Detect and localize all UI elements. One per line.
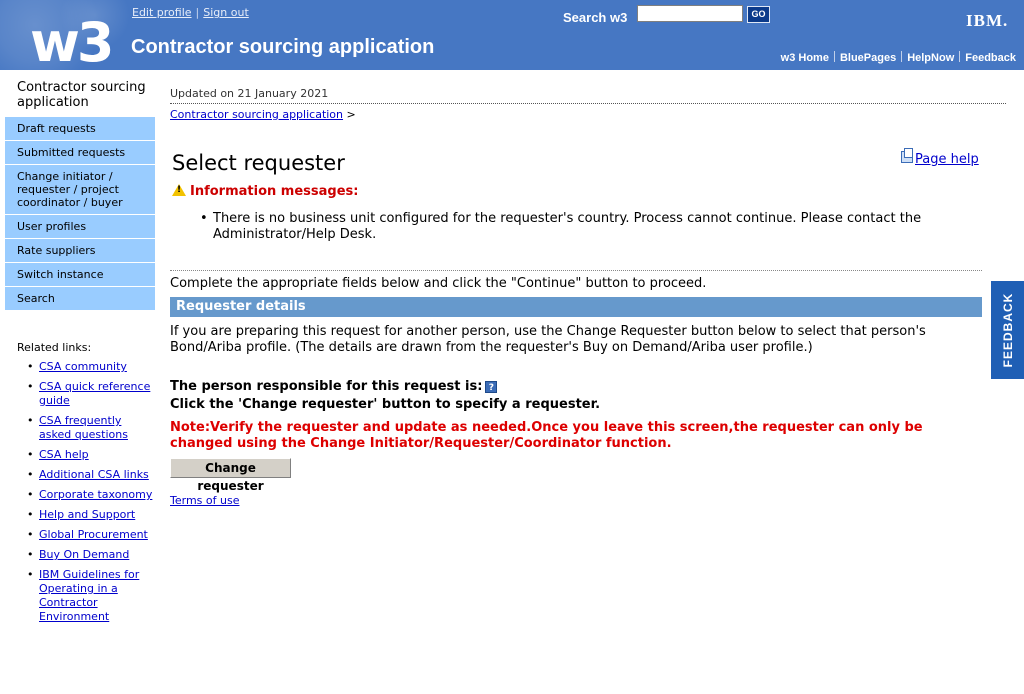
related-link[interactable]: CSA quick reference guide [39, 380, 150, 407]
updated-date: Updated on 21 January 2021 [170, 87, 329, 100]
breadcrumb-separator: > [346, 108, 356, 121]
related-link[interactable]: IBM Guidelines for Operating in a Contra… [39, 568, 139, 623]
change-requester-instruction: Click the 'Change requester' button to s… [170, 397, 601, 412]
nav-item-rate-suppliers[interactable]: Rate suppliers [5, 239, 155, 262]
nav-item-draft-requests[interactable]: Draft requests [5, 117, 155, 140]
nav-item-search[interactable]: Search [5, 287, 155, 310]
w3-logo[interactable]: w3 [30, 16, 114, 70]
warning-icon [172, 184, 186, 196]
list-item: CSA community [25, 360, 155, 374]
related-link[interactable]: CSA community [39, 360, 127, 373]
utility-nav: w3 Home BluePages HelpNow Feedback [781, 51, 1016, 64]
nav-title: Contractor sourcing application [17, 80, 146, 110]
nav-item-user-profiles[interactable]: User profiles [5, 215, 155, 238]
breadcrumb: Contractor sourcing application > [170, 108, 356, 121]
nav-item-switch-instance[interactable]: Switch instance [5, 263, 155, 286]
related-links-label: Related links: [17, 341, 92, 354]
change-requester-button[interactable]: Change requester [170, 458, 291, 493]
app-title: Contractor sourcing application [131, 36, 435, 58]
separator [901, 51, 903, 62]
page-help-link[interactable]: Page help [915, 152, 979, 167]
list-item: CSA frequently asked questions [25, 414, 155, 442]
related-link[interactable]: Corporate taxonomy [39, 488, 152, 501]
page-help[interactable]: Page help [901, 148, 979, 167]
feedback-link[interactable]: Feedback [965, 52, 1016, 64]
list-item: CSA help [25, 448, 155, 462]
related-link[interactable]: Buy On Demand [39, 548, 129, 561]
search-input[interactable] [637, 5, 743, 22]
separator [833, 51, 835, 62]
nav-item-change-initiator[interactable]: Change initiator / requester / project c… [5, 165, 155, 214]
search-label: Search w3 [563, 10, 628, 25]
list-item: CSA quick reference guide [25, 380, 155, 408]
responsible-person-label: The person responsible for this request … [170, 379, 498, 394]
requester-details-description: If you are preparing this request for an… [170, 324, 926, 355]
masthead: w3 Edit profile | Sign out Contractor sour… [0, 0, 1024, 70]
feedback-tab-label: FEEDBACK [1000, 292, 1015, 368]
search-go-button[interactable]: GO [747, 6, 770, 23]
requester-details-header: Requester details [170, 297, 982, 317]
ibm-logo: IBM. [966, 11, 1009, 30]
list-item: Additional CSA links [25, 468, 155, 482]
feedback-tab[interactable]: FEEDBACK [991, 281, 1024, 379]
page-title: Select requester [172, 151, 345, 175]
nav-item-submitted-requests[interactable]: Submitted requests [5, 141, 155, 164]
verify-note: Note:Verify the requester and update as … [170, 420, 923, 451]
helpnow-link[interactable]: HelpNow [907, 52, 954, 64]
breadcrumb-link[interactable]: Contractor sourcing application [170, 108, 343, 121]
responsible-person-text: The person responsible for this request … [170, 379, 483, 394]
bluepages-link[interactable]: BluePages [840, 52, 896, 64]
list-item: Global Procurement [25, 528, 155, 542]
page-help-icon[interactable] [901, 148, 913, 163]
info-messages-list: There is no business unit configured for… [200, 211, 980, 243]
info-heading-text: Information messages: [190, 184, 359, 199]
related-link[interactable]: Help and Support [39, 508, 135, 521]
related-links-list: CSA community CSA quick reference guide … [25, 360, 155, 630]
related-link[interactable]: Global Procurement [39, 528, 148, 541]
info-message: There is no business unit configured for… [200, 211, 980, 243]
related-link[interactable]: CSA frequently asked questions [39, 414, 128, 441]
list-item: Help and Support [25, 508, 155, 522]
separator [959, 51, 961, 62]
related-link[interactable]: CSA help [39, 448, 89, 461]
terms-of-use-link[interactable]: Terms of use [170, 494, 239, 507]
instructions-text: Complete the appropriate fields below an… [170, 276, 707, 291]
divider [170, 270, 982, 271]
list-item: Corporate taxonomy [25, 488, 155, 502]
divider [170, 103, 1006, 104]
list-item: Buy On Demand [25, 548, 155, 562]
w3-home-link[interactable]: w3 Home [781, 52, 829, 64]
sign-out-link[interactable]: Sign out [203, 6, 249, 19]
profile-links: Edit profile | Sign out [132, 6, 249, 19]
help-icon[interactable]: ? [485, 381, 498, 393]
list-item: IBM Guidelines for Operating in a Contra… [25, 568, 155, 624]
related-link[interactable]: Additional CSA links [39, 468, 149, 481]
info-messages-heading: Information messages: [172, 184, 358, 199]
separator: | [195, 6, 200, 19]
edit-profile-link[interactable]: Edit profile [132, 6, 192, 19]
